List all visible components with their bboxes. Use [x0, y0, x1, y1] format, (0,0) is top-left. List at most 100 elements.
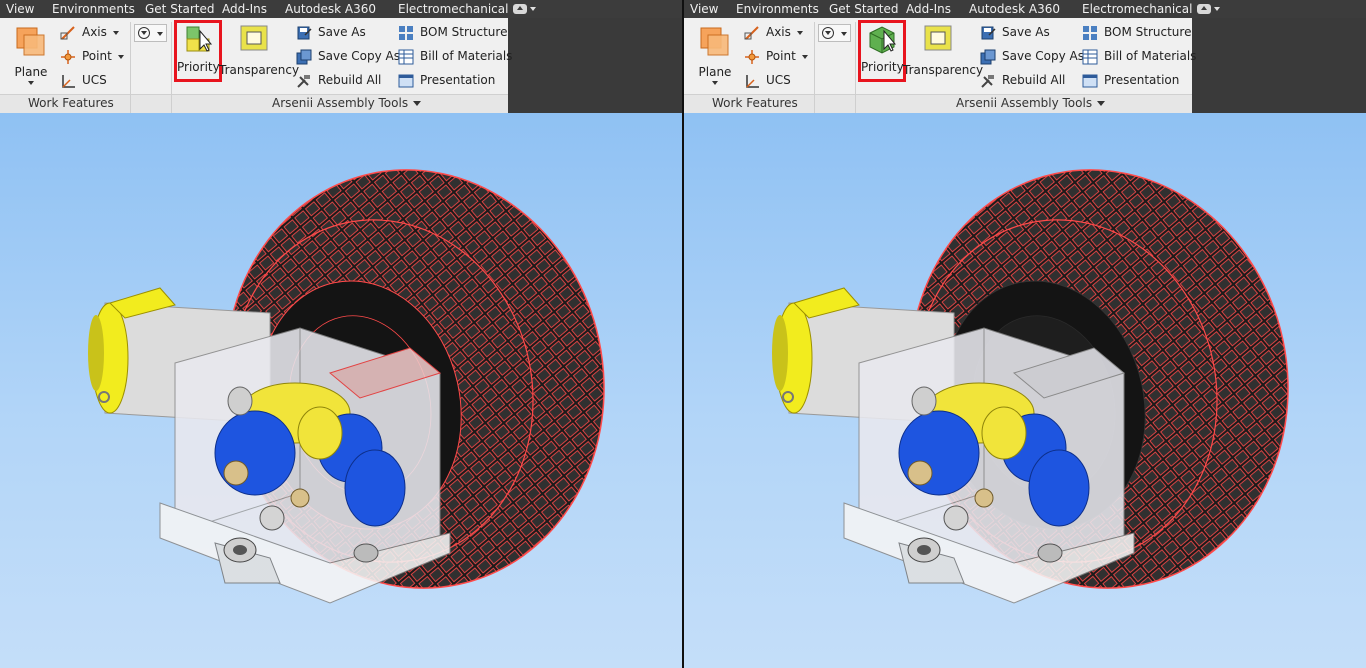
- save-as-button[interactable]: Save As: [296, 22, 366, 42]
- point-icon: [744, 49, 760, 65]
- save-copy-as-button[interactable]: Save Copy As: [980, 46, 1084, 66]
- save-copy-icon: [296, 49, 312, 65]
- chevron-down-icon: [157, 32, 163, 36]
- work-features-panel-title: Work Features: [712, 96, 798, 110]
- bom-structure-button[interactable]: BOM Structure: [1082, 22, 1191, 42]
- plane-icon: [16, 27, 45, 56]
- gearbox-housing: [843, 327, 1135, 604]
- rebuild-all-button[interactable]: Rebuild All: [980, 70, 1065, 90]
- presentation-button[interactable]: Presentation: [1082, 70, 1179, 90]
- arsenii-panel-label: Arsenii Assembly Tools: [956, 96, 1093, 110]
- quick-access-dropdown[interactable]: [818, 24, 851, 42]
- axis-icon: [744, 25, 760, 41]
- tab-view[interactable]: View: [6, 0, 34, 18]
- tab-environments[interactable]: Environments: [52, 0, 135, 18]
- chevron-down-icon: [1097, 101, 1106, 106]
- priority-component-icon: [869, 26, 897, 54]
- menu-bar: View Environments Get Started Add-Ins Au…: [0, 0, 682, 18]
- transparency-label: Transparency: [219, 63, 300, 77]
- 3d-viewport[interactable]: [0, 113, 682, 668]
- dropdown-circle-icon: [822, 27, 834, 39]
- bill-of-materials-button[interactable]: Bill of Materials: [398, 46, 512, 66]
- plane-label: Plane: [14, 65, 48, 79]
- quick-access-dropdown[interactable]: [134, 24, 167, 42]
- plane-label: Plane: [698, 65, 732, 79]
- rebuild-all-label: Rebuild All: [318, 73, 382, 87]
- axis-label: Axis: [766, 25, 791, 39]
- tab-electromechanical[interactable]: Electromechanical: [1082, 0, 1192, 18]
- tab-autodesk-a360[interactable]: Autodesk A360: [285, 0, 376, 18]
- chevron-down-icon: [112, 30, 119, 35]
- collapse-icon: [1197, 4, 1211, 14]
- save-as-label: Save As: [318, 25, 366, 39]
- priority-button[interactable]: Priority: [858, 20, 906, 82]
- ribbon-collapse-toggle[interactable]: [513, 4, 536, 14]
- plane-button[interactable]: Plane: [12, 26, 50, 92]
- assembly-model: [88, 169, 605, 604]
- arsenii-panel-title[interactable]: Arsenii Assembly Tools: [956, 96, 1106, 110]
- ucs-label: UCS: [766, 73, 791, 87]
- axis-label: Axis: [82, 25, 107, 39]
- point-label: Point: [82, 49, 112, 63]
- axis-button[interactable]: Axis: [60, 22, 119, 42]
- save-copy-as-button[interactable]: Save Copy As: [296, 46, 400, 66]
- tab-get-started[interactable]: Get Started: [829, 0, 899, 18]
- left-pane: View Environments Get Started Add-Ins Au…: [0, 0, 682, 668]
- tab-environments[interactable]: Environments: [736, 0, 819, 18]
- tab-electromechanical[interactable]: Electromechanical: [398, 0, 508, 18]
- priority-label: Priority: [177, 60, 220, 74]
- chevron-down-icon: [796, 30, 803, 35]
- transparency-button[interactable]: Transparency: [219, 24, 300, 84]
- save-as-icon: [980, 25, 996, 41]
- bom-structure-label: BOM Structure: [1104, 25, 1192, 39]
- rebuild-icon: [296, 73, 312, 89]
- arsenii-panel-label: Arsenii Assembly Tools: [272, 96, 409, 110]
- transparency-button[interactable]: Transparency: [903, 24, 983, 84]
- rebuild-icon: [980, 73, 996, 89]
- chevron-down-icon: [530, 7, 536, 11]
- assembly-model: [772, 169, 1289, 604]
- ribbon: Plane Axis Point UCS Priority Transparen…: [684, 18, 1366, 113]
- axis-button[interactable]: Axis: [744, 22, 803, 42]
- bom-structure-button[interactable]: BOM Structure: [398, 22, 507, 42]
- ucs-icon: [744, 73, 760, 89]
- chevron-down-icon: [801, 54, 808, 59]
- menu-bar: View Environments Get Started Add-Ins Au…: [684, 0, 1366, 18]
- tab-add-ins[interactable]: Add-Ins: [906, 0, 951, 18]
- ucs-button[interactable]: UCS: [60, 70, 107, 90]
- save-as-label: Save As: [1002, 25, 1050, 39]
- point-button[interactable]: Point: [60, 46, 124, 66]
- arsenii-panel-title[interactable]: Arsenii Assembly Tools: [272, 96, 422, 110]
- bill-of-materials-icon: [1082, 49, 1098, 65]
- presentation-label: Presentation: [420, 73, 496, 87]
- ucs-label: UCS: [82, 73, 107, 87]
- 3d-viewport[interactable]: [684, 113, 1366, 668]
- bill-of-materials-button[interactable]: Bill of Materials: [1082, 46, 1196, 66]
- bom-structure-icon: [1082, 25, 1098, 41]
- chevron-down-icon: [413, 101, 422, 106]
- work-features-panel-title: Work Features: [28, 96, 114, 110]
- tab-add-ins[interactable]: Add-Ins: [222, 0, 267, 18]
- plane-button[interactable]: Plane: [696, 26, 734, 92]
- tab-view[interactable]: View: [690, 0, 718, 18]
- right-pane: View Environments Get Started Add-Ins Au…: [684, 0, 1366, 668]
- save-copy-as-label: Save Copy As: [318, 49, 400, 63]
- chevron-down-icon: [712, 81, 718, 85]
- transparency-icon: [240, 25, 268, 51]
- save-as-icon: [296, 25, 312, 41]
- ucs-button[interactable]: UCS: [744, 70, 791, 90]
- tab-get-started[interactable]: Get Started: [145, 0, 215, 18]
- point-icon: [60, 49, 76, 65]
- transparency-icon: [924, 25, 952, 51]
- save-copy-as-label: Save Copy As: [1002, 49, 1084, 63]
- ribbon-collapse-toggle[interactable]: [1197, 4, 1220, 14]
- presentation-button[interactable]: Presentation: [398, 70, 495, 90]
- save-as-button[interactable]: Save As: [980, 22, 1050, 42]
- bill-of-materials-icon: [398, 49, 414, 65]
- point-button[interactable]: Point: [744, 46, 808, 66]
- priority-button[interactable]: Priority: [174, 20, 222, 82]
- rebuild-all-label: Rebuild All: [1002, 73, 1066, 87]
- rebuild-all-button[interactable]: Rebuild All: [296, 70, 381, 90]
- bill-of-materials-label: Bill of Materials: [420, 49, 513, 63]
- tab-autodesk-a360[interactable]: Autodesk A360: [969, 0, 1060, 18]
